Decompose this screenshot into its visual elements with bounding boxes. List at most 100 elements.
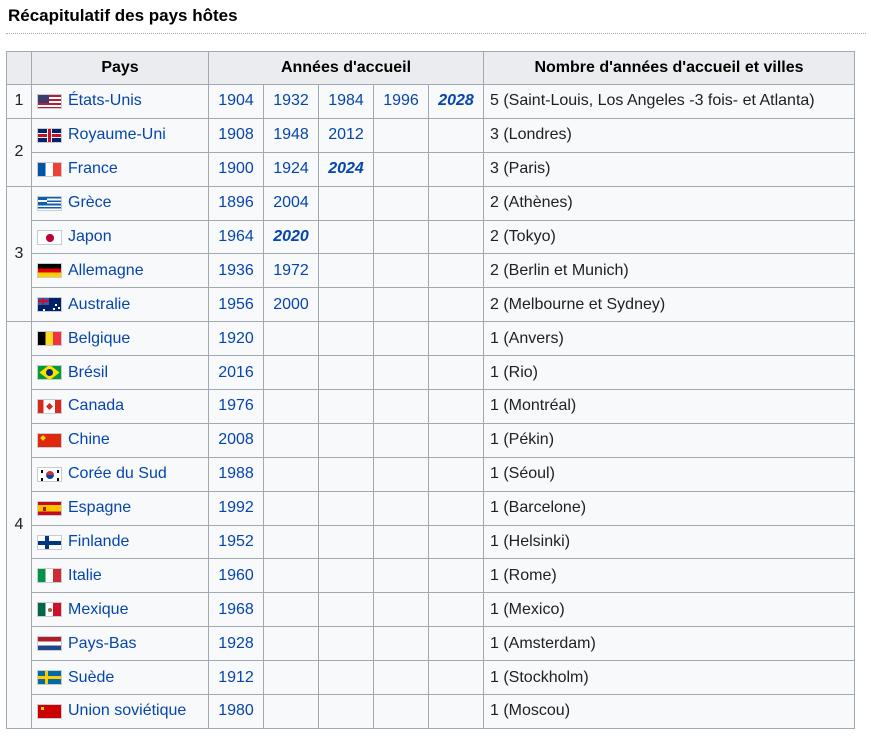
- year-cell[interactable]: 2012: [318, 117, 374, 153]
- country-link[interactable]: Pays-Bas: [68, 635, 136, 653]
- section-title: Récapitulatif des pays hôtes: [8, 6, 238, 25]
- year-cell: [318, 321, 374, 357]
- year-cell: [318, 660, 374, 696]
- country-link[interactable]: Allemagne: [68, 262, 144, 280]
- pays-cell: Grèce: [31, 185, 209, 221]
- year-cell: [428, 355, 484, 391]
- country-link[interactable]: Corée du Sud: [68, 465, 167, 483]
- year-cell[interactable]: 1896: [208, 185, 264, 221]
- year-cell[interactable]: 1952: [208, 524, 264, 560]
- country-link[interactable]: Australie: [68, 296, 130, 314]
- pays-cell: Brésil: [31, 355, 209, 391]
- table-row: Suède 1912 1 (Stockholm): [7, 660, 855, 696]
- country-link[interactable]: Belgique: [68, 330, 130, 348]
- year-cell: [263, 422, 319, 458]
- year-cell[interactable]: 1984: [318, 84, 374, 119]
- year-cell[interactable]: 1972: [263, 253, 319, 289]
- year-cell: [373, 524, 429, 560]
- country-link[interactable]: France: [68, 160, 118, 178]
- france-flag-icon: [37, 161, 62, 177]
- pays-cell: Mexique: [31, 592, 209, 628]
- country-link[interactable]: Japon: [68, 228, 112, 246]
- table-row: Allemagne 1936 1972 2 (Berlin et Munich): [7, 253, 855, 289]
- year-cell[interactable]: 1948: [263, 117, 319, 153]
- country-link[interactable]: Finlande: [68, 533, 129, 551]
- count-cell: 2 (Melbourne et Sydney): [483, 287, 855, 323]
- year-cell[interactable]: 1932: [263, 84, 319, 119]
- year-cell[interactable]: 1996: [373, 84, 429, 119]
- table-header-row: Pays Années d'accueil Nombre d'années d'…: [6, 51, 855, 85]
- pays-cell: Pays-Bas: [31, 626, 209, 662]
- count-cell: 1 (Helsinki): [483, 524, 855, 560]
- table-row: Union soviétique 1980 1 (Moscou): [7, 694, 855, 729]
- year-cell: [263, 660, 319, 696]
- year-cell: [428, 626, 484, 662]
- count-cell: 2 (Tokyo): [483, 219, 855, 255]
- country-link[interactable]: Suède: [68, 669, 114, 687]
- year-cell[interactable]: 2016: [208, 355, 264, 391]
- count-cell: 1 (Anvers): [483, 321, 855, 357]
- year-cell[interactable]: 1928: [208, 626, 264, 662]
- finland-flag-icon: [37, 534, 62, 550]
- year-cell[interactable]: 1980: [208, 694, 264, 729]
- year-cell[interactable]: 1924: [263, 151, 319, 187]
- pays-cell: Italie: [31, 558, 209, 594]
- year-cell[interactable]: 1964: [208, 219, 264, 255]
- country-link[interactable]: Union soviétique: [68, 702, 186, 720]
- year-cell[interactable]: 1936: [208, 253, 264, 289]
- year-cell[interactable]: 1968: [208, 592, 264, 628]
- year-cell: [318, 626, 374, 662]
- table-row: Chine 2008 1 (Pékin): [7, 422, 855, 458]
- country-link[interactable]: Grèce: [68, 194, 112, 212]
- count-cell: 1 (Barcelone): [483, 490, 855, 526]
- country-link[interactable]: Mexique: [68, 601, 128, 619]
- year-cell: [428, 321, 484, 357]
- year-cell[interactable]: 1988: [208, 456, 264, 492]
- year-cell[interactable]: 1912: [208, 660, 264, 696]
- rank-cell: 2: [6, 117, 32, 187]
- country-link[interactable]: Espagne: [68, 499, 131, 517]
- year-cell[interactable]: 1960: [208, 558, 264, 594]
- japan-flag-icon: [37, 229, 62, 245]
- country-link[interactable]: Italie: [68, 567, 102, 585]
- year-cell-future[interactable]: 2020: [263, 219, 319, 255]
- year-cell-future[interactable]: 2028: [428, 84, 484, 119]
- table-row: 4 Belgique 1920 1 (Anvers): [6, 321, 855, 729]
- year-cell[interactable]: 1908: [208, 117, 264, 153]
- year-cell: [373, 490, 429, 526]
- year-cell: [318, 389, 374, 424]
- year-cell: [318, 253, 374, 289]
- year-cell[interactable]: 1956: [208, 287, 264, 323]
- year-cell: [373, 151, 429, 187]
- year-cell: [428, 456, 484, 492]
- year-cell: [263, 389, 319, 424]
- country-link[interactable]: États-Unis: [68, 92, 142, 110]
- table-row: Australie 1956 2000 2 (Melbourne et Sydn…: [7, 287, 855, 323]
- rank-cell: 1: [6, 84, 32, 119]
- country-link[interactable]: Brésil: [68, 364, 108, 382]
- year-cell[interactable]: 2000: [263, 287, 319, 323]
- year-cell: [318, 694, 374, 729]
- country-link[interactable]: Royaume-Uni: [68, 126, 166, 144]
- title-divider: [6, 33, 866, 34]
- year-cell-future[interactable]: 2024: [318, 151, 374, 187]
- count-cell: 1 (Séoul): [483, 456, 855, 492]
- china-flag-icon: [37, 432, 62, 448]
- year-cell[interactable]: 1900: [208, 151, 264, 187]
- table-row: Finlande 1952 1 (Helsinki): [7, 524, 855, 560]
- year-cell: [373, 287, 429, 323]
- year-cell[interactable]: 1920: [208, 321, 264, 357]
- year-cell[interactable]: 1992: [208, 490, 264, 526]
- year-cell: [318, 355, 374, 391]
- year-cell[interactable]: 2008: [208, 422, 264, 458]
- year-cell[interactable]: 1976: [208, 389, 264, 424]
- table-row: Canada 1976 1 (Montréal): [7, 389, 855, 424]
- year-cell: [373, 558, 429, 594]
- year-cell[interactable]: 1904: [208, 84, 264, 119]
- country-link[interactable]: Canada: [68, 397, 124, 415]
- year-cell[interactable]: 2004: [263, 185, 319, 221]
- pays-cell: Allemagne: [31, 253, 209, 289]
- year-cell: [428, 694, 484, 729]
- table-row: France 1900 1924 2024 3 (Paris): [7, 151, 855, 187]
- country-link[interactable]: Chine: [68, 431, 110, 449]
